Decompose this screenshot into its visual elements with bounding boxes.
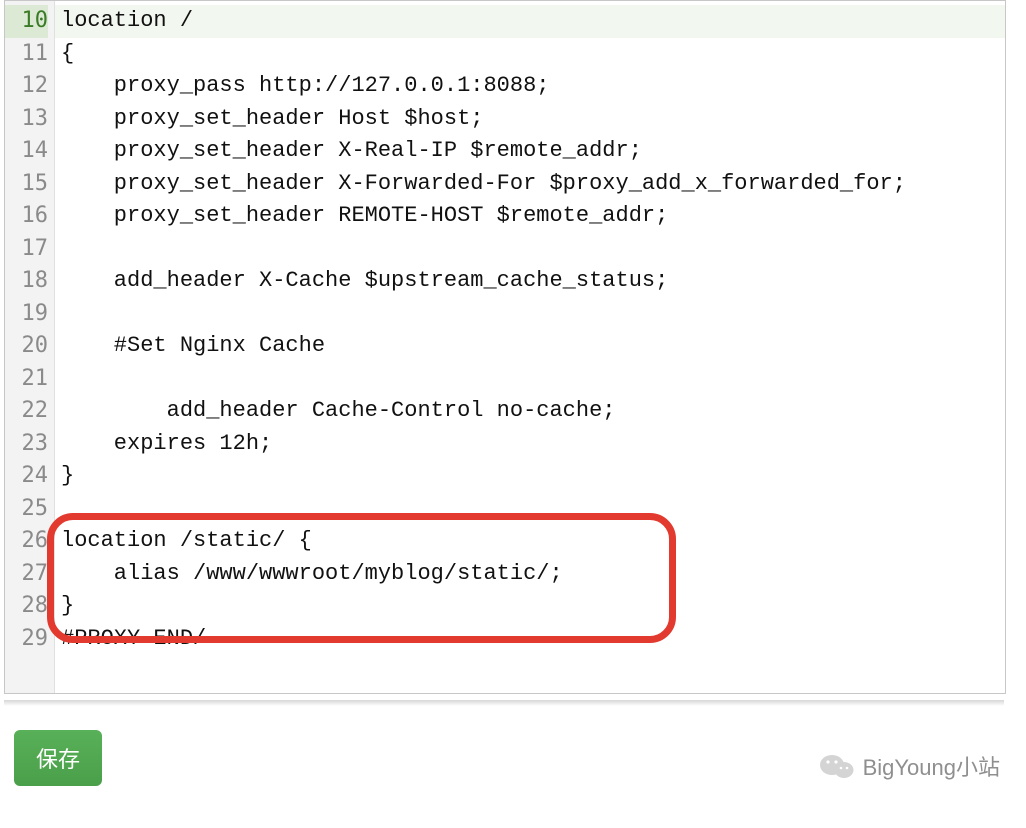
code-line[interactable]: proxy_set_header REMOTE-HOST $remote_add…	[55, 200, 1005, 233]
line-number: 18	[5, 265, 48, 298]
code-line[interactable]: }	[55, 590, 1005, 623]
code-line[interactable]: alias /www/wwwroot/myblog/static/;	[55, 558, 1005, 591]
line-number: 15	[5, 168, 48, 201]
line-number: 27	[5, 558, 48, 591]
watermark: BigYoung小站	[819, 750, 1000, 782]
save-button[interactable]: 保存	[14, 730, 102, 786]
line-number: 22	[5, 395, 48, 428]
code-content[interactable]: location /{ proxy_pass http://127.0.0.1:…	[55, 1, 1005, 693]
line-number: 19	[5, 298, 48, 331]
line-number: 23	[5, 428, 48, 461]
footer-bar: 保存 BigYoung小站	[0, 730, 1026, 786]
line-number: 17	[5, 233, 48, 266]
code-line[interactable]	[55, 363, 1005, 396]
editor-bottom-shadow	[4, 700, 1004, 706]
line-number: 12	[5, 70, 48, 103]
line-number: 11	[5, 38, 48, 71]
code-line[interactable]: {	[55, 38, 1005, 71]
code-line[interactable]: location /	[55, 5, 1005, 38]
code-line[interactable]: #Set Nginx Cache	[55, 330, 1005, 363]
code-line[interactable]: expires 12h;	[55, 428, 1005, 461]
code-line[interactable]: add_header X-Cache $upstream_cache_statu…	[55, 265, 1005, 298]
line-number: 14	[5, 135, 48, 168]
code-line[interactable]	[55, 298, 1005, 331]
line-number: 26	[5, 525, 48, 558]
code-editor[interactable]: 1011121314151617181920212223242526272829…	[4, 0, 1006, 694]
code-line[interactable]: proxy_pass http://127.0.0.1:8088;	[55, 70, 1005, 103]
code-line[interactable]	[55, 233, 1005, 266]
code-line[interactable]: proxy_set_header X-Forwarded-For $proxy_…	[55, 168, 1005, 201]
code-line[interactable]: #PROXY-END/	[55, 623, 1005, 656]
line-number: 25	[5, 493, 48, 526]
watermark-text: BigYoung小站	[863, 750, 1000, 782]
code-line[interactable]: proxy_set_header X-Real-IP $remote_addr;	[55, 135, 1005, 168]
line-number-gutter: 1011121314151617181920212223242526272829	[5, 1, 55, 693]
code-line[interactable]: proxy_set_header Host $host;	[55, 103, 1005, 136]
line-number: 10	[5, 5, 48, 38]
line-number: 13	[5, 103, 48, 136]
line-number: 29	[5, 623, 48, 656]
line-number: 20	[5, 330, 48, 363]
line-number: 28	[5, 590, 48, 623]
wechat-icon	[819, 752, 855, 780]
line-number: 21	[5, 363, 48, 396]
code-line[interactable]: add_header Cache-Control no-cache;	[55, 395, 1005, 428]
code-line[interactable]: location /static/ {	[55, 525, 1005, 558]
code-line[interactable]	[55, 493, 1005, 526]
line-number: 24	[5, 460, 48, 493]
line-number: 16	[5, 200, 48, 233]
code-line[interactable]: }	[55, 460, 1005, 493]
